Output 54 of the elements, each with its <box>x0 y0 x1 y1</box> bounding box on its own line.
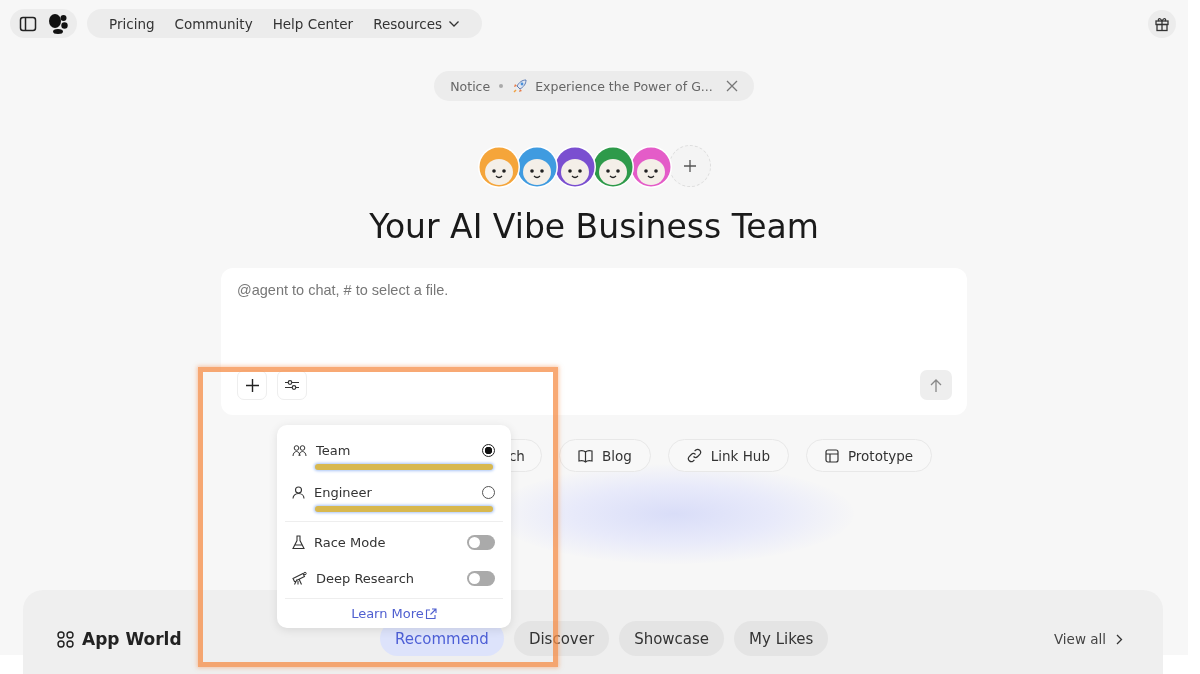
nav-menu[interactable]: Resources <box>365 15 469 32</box>
chevron-right-icon <box>1116 633 1123 645</box>
chevron-down-icon <box>448 19 461 28</box>
close-icon[interactable] <box>725 80 738 92</box>
radio-button[interactable] <box>482 485 495 499</box>
book-icon <box>577 448 593 463</box>
sliders-icon <box>285 379 299 391</box>
page-heading: Your AI Vibe Business Team <box>369 207 819 246</box>
sidebar-toggle-icon[interactable] <box>19 14 37 33</box>
logo-icon[interactable] <box>47 12 69 35</box>
nav-link[interactable]: Help Center <box>264 15 362 32</box>
category-tab[interactable]: My Likes <box>734 621 829 656</box>
toggle-label: Deep Research <box>316 570 416 586</box>
mode-label: Team <box>316 442 352 458</box>
agent-avatar[interactable] <box>477 145 521 189</box>
team-icon <box>292 443 307 457</box>
shortcut-chip[interactable]: Blog <box>558 439 651 472</box>
toggle-label: Race Mode <box>314 534 387 550</box>
category-tab[interactable]: Showcase <box>619 621 725 656</box>
mode-option[interactable]: Engineer <box>277 479 511 505</box>
notice-text[interactable]: Experience the Power of G... <box>535 78 713 94</box>
plus-icon <box>684 160 696 172</box>
toggle-switch[interactable] <box>467 570 495 586</box>
mode-option[interactable]: Team <box>277 437 511 463</box>
mode-label: Engineer <box>314 484 373 500</box>
telescope-icon <box>292 571 307 585</box>
plus-icon <box>245 378 259 392</box>
nav-link[interactable]: Community <box>166 15 261 32</box>
apps-icon <box>57 630 74 648</box>
nav-link[interactable]: Pricing <box>101 15 163 32</box>
shortcut-chip[interactable]: Link Hub <box>667 439 789 472</box>
section-title: App World <box>82 629 182 649</box>
separator-dot <box>499 84 504 88</box>
gift-button[interactable] <box>1148 9 1176 38</box>
gift-icon <box>1154 15 1170 32</box>
toggle-switch[interactable] <box>467 534 495 550</box>
arrow-up-icon <box>930 378 942 392</box>
chat-input[interactable]: @agent to chat, # to select a file. <box>237 282 952 298</box>
settings-button[interactable] <box>277 370 307 400</box>
radio-button[interactable] <box>482 443 495 457</box>
rocket-icon <box>512 78 529 94</box>
view-all-link[interactable]: View all <box>1053 631 1123 647</box>
agent-avatar[interactable] <box>553 145 597 189</box>
external-link-icon <box>424 607 437 620</box>
agent-avatar[interactable] <box>629 145 673 189</box>
agent-avatar[interactable] <box>515 145 559 189</box>
link-icon <box>686 448 702 463</box>
layout-icon <box>824 448 839 463</box>
agent-avatar[interactable] <box>591 145 635 189</box>
flask-icon <box>292 534 305 550</box>
notice-label: Notice <box>450 78 491 94</box>
shortcut-chip[interactable]: Prototype <box>805 439 933 472</box>
add-button[interactable] <box>237 370 267 400</box>
person-icon <box>292 485 305 499</box>
